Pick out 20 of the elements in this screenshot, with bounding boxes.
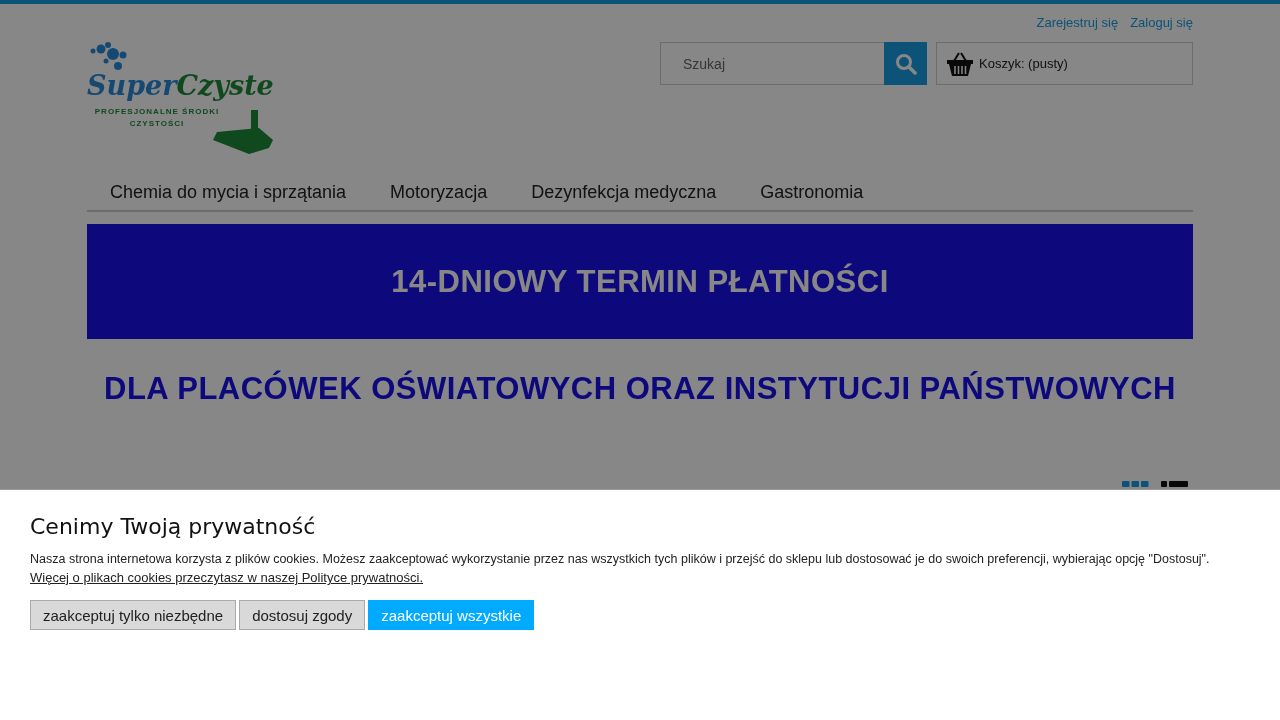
search-field[interactable]: Szukaj [660, 42, 884, 85]
category-tab[interactable]: Chemia do mycia i sprzątania [88, 180, 369, 210]
search-button[interactable] [884, 42, 927, 85]
consent-button[interactable]: zaakceptuj tylko niezbędne [30, 600, 237, 630]
cookie-title: Cenimy Twoją prywatność [30, 514, 317, 539]
cart-button[interactable]: Koszyk: (pusty) [936, 42, 1193, 85]
category-tab[interactable]: Dezynfekcja medyczna [509, 180, 739, 210]
basket-icon [947, 51, 973, 76]
cookie-text: Nasza strona internetowa korzysta z plików cookies. Możesz zaakceptować wykorzystanie przez nas wszystkich tych plików i przejść do sklepu lub dostosować je do swoich preferencji, wybierając opcję "Dostosuj". [30, 551, 1211, 568]
brand-tagline: PROFESJONALNE ŚRODKI [93, 106, 221, 118]
promo-banner[interactable]: 14-DNIOWY TERMIN PŁATNOŚCI [87, 224, 1193, 339]
category-tab[interactable]: Gastronomia [738, 180, 886, 210]
consent-button[interactable]: dostosuj zgody [239, 600, 366, 630]
category-tab[interactable]: Motoryzacja [368, 180, 510, 210]
banner-headline: 14-DNIOWY TERMIN PŁATNOŚCI [391, 263, 889, 300]
privacy-policy-link[interactable]: Więcej o plikach cookies przeczytasz w naszej Polityce prywatności. [30, 570, 424, 585]
banner-subline: DLA PLACÓWEK OŚWIATOWYCH ORAZ INSTYTUCJI PAŃSTWOWYCH [104, 371, 1176, 407]
brand-tagline: CZYSTOŚCI [128, 118, 186, 130]
brand-name[interactable]: SuperCzyste [87, 68, 274, 104]
search-icon [894, 52, 917, 75]
